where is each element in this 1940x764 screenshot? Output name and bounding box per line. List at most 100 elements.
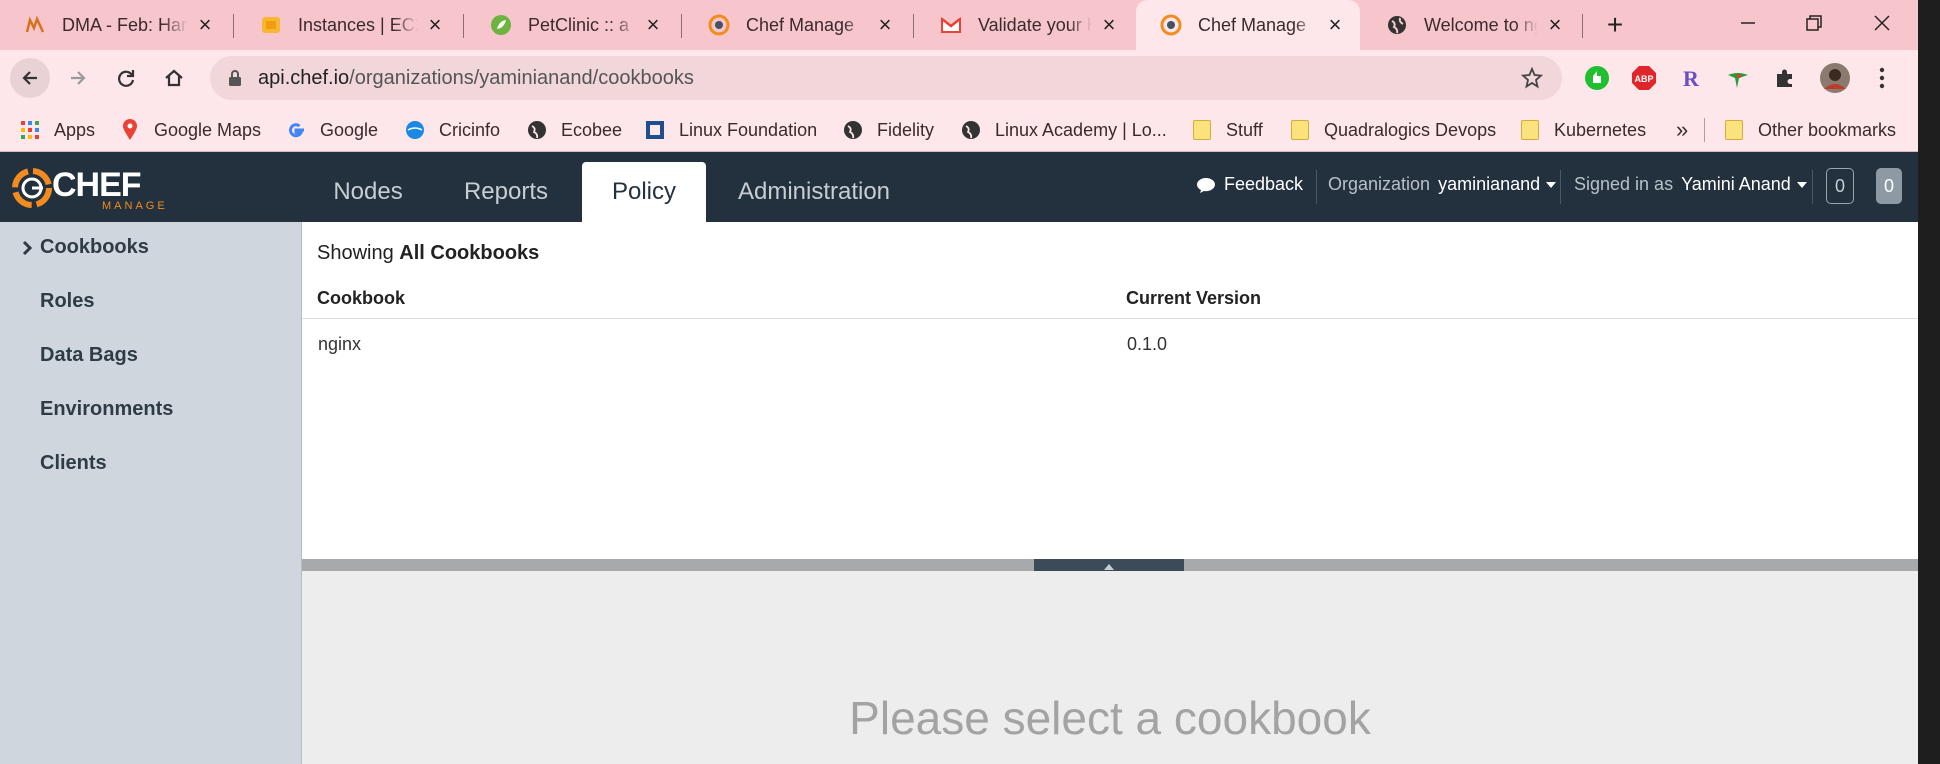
organization-name: yaminianand [1438,174,1541,194]
sidebar-item-roles[interactable]: Roles [40,290,94,313]
user-dropdown[interactable]: Signed in as Yamini Anand [1574,174,1807,195]
nav-nodes[interactable]: Nodes [318,162,418,222]
minimize-button[interactable] [1728,8,1768,38]
bookmark-linux-foundation[interactable]: Linux Foundation [645,118,817,142]
feedback-link[interactable]: Feedback [1196,174,1303,195]
new-tab-button[interactable]: + [1600,9,1630,40]
logo-subtext: MANAGE [102,200,168,212]
showing-prefix: Showing [317,242,394,264]
bookmark-linux-academy[interactable]: Linux Academy | Lo... [961,118,1167,142]
lock-icon [228,69,242,92]
signed-in-label: Signed in as [1574,174,1674,194]
bookmark-ecobee[interactable]: Ecobee [527,118,622,142]
bookmarks-overflow-button[interactable]: » [1676,117,1688,142]
extension-r-icon[interactable]: R [1677,64,1705,92]
tab-title: Validate your Ho [978,14,1092,35]
close-icon[interactable]: × [1324,12,1346,37]
bookmark-google[interactable]: Google [286,118,378,142]
address-bar[interactable]: api.chef.io/organizations/yaminianand/co… [210,56,1562,100]
back-button[interactable] [10,58,50,98]
nav-administration[interactable]: Administration [724,162,904,222]
tab-title: DMA - Feb: Han [62,14,188,35]
bookmark-google-maps[interactable]: Google Maps [120,118,261,142]
url-domain: api.chef.io [258,67,350,89]
forward-button[interactable] [58,58,98,98]
browser-tab-strip: DMA - Feb: Han × Instances | EC2 M × Pet… [0,0,1940,50]
organization-dropdown[interactable]: Organization yaminianand [1328,174,1557,195]
apps-grid-icon [20,120,40,140]
chef-manage-logo[interactable]: CHEF MANAGE [10,166,170,212]
sidebar-item-data-bags[interactable]: Data Bags [40,344,138,367]
column-header-current-version[interactable]: Current Version [1126,288,1261,309]
feedback-label: Feedback [1224,174,1304,194]
bookmark-folder-other[interactable]: Other bookmarks [1724,118,1896,142]
browser-tab[interactable]: PetClinic :: a Spr × [466,0,678,50]
nav-reports[interactable]: Reports [450,162,562,222]
folder-icon [1724,120,1744,140]
minimize-icon [1741,22,1755,24]
bookmark-apps[interactable]: Apps [20,118,95,142]
browser-tab[interactable]: Instances | EC2 M × [236,0,460,50]
close-icon[interactable]: × [1544,12,1566,37]
bookmark-label: Google Maps [154,119,262,140]
bookmark-label: Other bookmarks [1758,119,1897,140]
tab-title: Welcome to ngi [1424,14,1538,35]
close-icon[interactable]: × [642,12,664,37]
bookmark-folder-quadralogics[interactable]: Quadralogics Devops [1290,118,1496,142]
bookmark-folder-kubernetes[interactable]: Kubernetes [1520,118,1646,142]
divider [1560,170,1561,204]
showing-filter: All Cookbooks [399,242,540,264]
notification-badge-filled[interactable]: 0 [1876,168,1902,204]
tab-divider [913,14,914,38]
bookmark-label: Apps [54,119,96,140]
globe-icon [1386,14,1408,36]
reload-button[interactable] [106,58,146,98]
chef-icon [708,14,730,36]
column-header-cookbook[interactable]: Cookbook [317,288,405,309]
table-row[interactable]: nginx 0.1.0 [302,322,1918,366]
adblock-icon[interactable]: ABP [1630,64,1658,92]
aws-icon [260,14,282,36]
cookbook-name-cell[interactable]: nginx [318,334,361,355]
bookmark-star-icon[interactable] [1520,66,1544,95]
sidebar-item-clients[interactable]: Clients [40,452,107,475]
close-window-button[interactable] [1862,8,1902,38]
folder-icon [1290,120,1310,140]
extension-green-hand-icon[interactable] [1583,64,1611,92]
close-icon[interactable]: × [194,12,216,37]
notification-badge-outline[interactable]: 0 [1826,168,1854,204]
pane-splitter[interactable] [302,559,1918,575]
browser-tab[interactable]: Welcome to ngi × [1362,0,1580,50]
browser-tab[interactable]: Chef Manage × [684,0,910,50]
maps-pin-icon [120,119,140,140]
close-icon[interactable]: × [1098,12,1120,37]
close-icon[interactable]: × [424,12,446,37]
bookmark-fidelity[interactable]: Fidelity [843,118,934,142]
arrow-right-icon [71,71,86,85]
chef-icon [1160,14,1182,36]
extensions-puzzle-icon[interactable] [1771,64,1799,92]
extension-bird-icon[interactable] [1724,64,1752,92]
browser-tab[interactable]: DMA - Feb: Han × [0,0,230,50]
tab-title: Chef Manage [1198,14,1307,35]
gmail-icon [940,14,962,36]
showing-heading: Showing All Cookbooks [317,242,539,265]
browser-tab[interactable]: Validate your Ho × [916,0,1134,50]
sidebar-item-cookbooks[interactable]: Cookbooks [40,236,149,259]
bookmark-folder-stuff[interactable]: Stuff [1192,118,1263,142]
divider [1316,170,1317,204]
sidebar-item-environments[interactable]: Environments [40,398,173,421]
bookmarks-divider [1704,118,1705,142]
page-viewport: CHEF MANAGE Nodes Reports Policy Adminis… [0,152,1918,764]
bookmark-label: Quadralogics Devops [1324,119,1497,140]
bookmark-cricinfo[interactable]: Cricinfo [405,118,500,142]
profile-avatar-icon[interactable] [1818,61,1852,95]
svg-text:R: R [1683,66,1700,91]
reload-icon [118,70,135,87]
nav-policy[interactable]: Policy [582,162,706,222]
home-button[interactable] [154,58,194,98]
restore-button[interactable] [1794,8,1834,38]
browser-menu-icon[interactable] [1868,64,1896,92]
browser-tab-active[interactable]: Chef Manage × [1136,0,1360,50]
close-icon[interactable]: × [874,12,896,37]
